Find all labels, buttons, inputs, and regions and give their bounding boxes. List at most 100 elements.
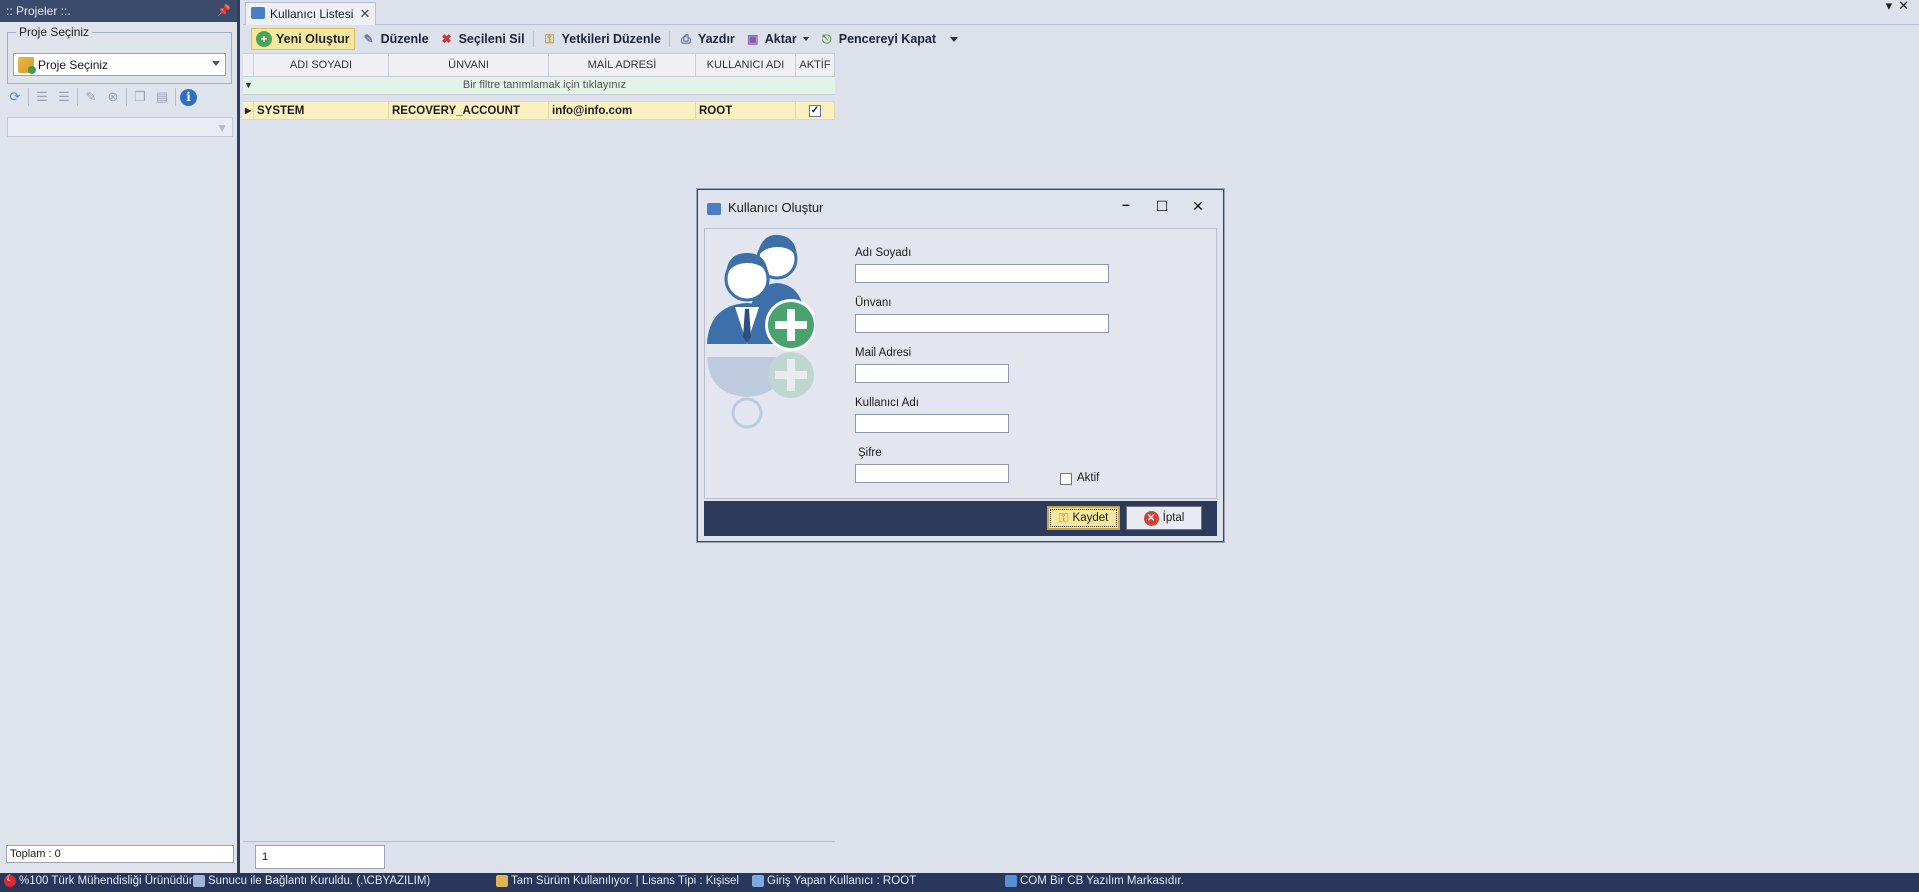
project-select-dropdown[interactable]: Proje Seçiniz — [13, 53, 226, 76]
collapse-all-icon[interactable]: ☰ — [55, 88, 73, 106]
project-select-value: Proje Seçiniz — [38, 57, 109, 72]
table-row[interactable]: ▶ SYSTEM RECOVERY_ACCOUNT info@info.com … — [243, 101, 835, 120]
grid-header-indicator — [243, 54, 254, 76]
create-user-dialog: Kullanıcı Oluştur – ☐ ✕ Adı Soyadı Ünvan… — [697, 189, 1224, 542]
row-indicator-icon: ▶ — [243, 102, 254, 119]
projects-total: Toplam : 0 — [6, 845, 234, 863]
close-icon[interactable]: ✕ — [1189, 198, 1207, 215]
active-checkbox[interactable] — [1060, 473, 1072, 485]
toolbar-divider — [126, 88, 127, 106]
cell-email[interactable]: info@info.com — [549, 102, 696, 119]
project-select-group-label: Proje Seçiniz — [16, 25, 93, 39]
users-icon — [251, 7, 265, 19]
chevron-down-icon[interactable]: ▾ — [1886, 0, 1899, 13]
window-controls: ▾✕ — [1886, 0, 1915, 14]
toolbar-more-icon[interactable] — [950, 36, 959, 42]
record-count-field[interactable]: 1 — [255, 845, 385, 869]
delete-project-icon[interactable]: ⊗ — [104, 88, 122, 106]
column-header-email[interactable]: MAİL ADRESİ — [549, 54, 696, 76]
chevron-down-icon — [212, 61, 220, 66]
tab-user-list-label: Kullanıcı Listesi — [270, 7, 354, 21]
password-label: Şifre — [858, 447, 882, 459]
user-icon — [752, 875, 764, 887]
close-icon[interactable]: ✕ — [359, 3, 370, 25]
minimize-icon[interactable]: – — [1117, 196, 1135, 212]
new-button-label: Yeni Oluştur — [276, 32, 350, 46]
cancel-button[interactable]: ✕ İptal — [1126, 506, 1202, 530]
database-icon — [193, 875, 205, 887]
toolbar-divider — [28, 88, 29, 106]
projects-panel: :: Projeler ::. 📌 Proje Seçiniz Proje Se… — [0, 0, 240, 873]
cell-title[interactable]: RECOVERY_ACCOUNT — [389, 102, 549, 119]
new-button[interactable]: + Yeni Oluştur — [251, 28, 355, 50]
edit-permissions-button[interactable]: ⚿ Yetkileri Düzenle — [538, 28, 665, 50]
turkish-flag-icon — [4, 873, 16, 887]
print-button[interactable]: ⎙ Yazdır — [674, 28, 739, 50]
projects-panel-title-text: :: Projeler ::. — [6, 4, 71, 18]
save-button[interactable]: ⚿ Kaydet — [1047, 506, 1120, 530]
project-icon — [18, 56, 36, 74]
funnel-icon[interactable]: ▼ — [216, 121, 228, 135]
grid-header: ADI SOYADI ÜNVANI MAİL ADRESİ KULLANICI … — [243, 53, 835, 77]
status-connection: Sunucu ile Bağlantı Kuruldu. (.\CBYAZILI… — [193, 875, 430, 887]
close-window-icon: ⎋ — [822, 31, 832, 46]
password-field[interactable] — [855, 464, 1009, 483]
dialog-title: Kullanıcı Oluştur — [728, 200, 824, 215]
projects-toolbar: ⟳ ☰ ☰ ✎ ⊗ ❐ ▤ i — [6, 88, 197, 106]
users-grid: ADI SOYADI ÜNVANI MAİL ADRESİ KULLANICI … — [243, 53, 835, 120]
brand-icon — [1005, 875, 1017, 887]
delete-selected-label: Seçileni Sil — [458, 32, 525, 46]
close-icon[interactable]: ✕ — [1898, 0, 1915, 13]
close-window-button[interactable]: ⎋ Pencereyi Kapat — [815, 28, 940, 50]
export-icon: ▣ — [747, 32, 759, 46]
save-button-label: Kaydet — [1072, 512, 1109, 524]
active-checkbox[interactable]: ✓ — [809, 104, 821, 117]
edit-button-label: Düzenle — [380, 32, 429, 46]
projects-filter-input[interactable]: ▼ — [7, 117, 233, 137]
tab-user-list[interactable]: Kullanıcı Listesi ✕ — [245, 2, 377, 25]
column-header-name[interactable]: ADI SOYADI — [254, 54, 389, 76]
edit-permissions-label: Yetkileri Düzenle — [561, 32, 661, 46]
active-label: Aktif — [1077, 472, 1100, 484]
paste-icon[interactable]: ▤ — [153, 88, 171, 106]
add-user-illustration-icon — [707, 234, 815, 429]
cell-username[interactable]: ROOT — [696, 102, 796, 119]
main-toolbar: + Yeni Oluştur ✎ Düzenle ✖ Seçileni Sil … — [251, 28, 959, 50]
edit-button[interactable]: ✎ Düzenle — [357, 28, 433, 50]
email-label: Mail Adresi — [855, 347, 912, 359]
status-license: Tam Sürüm Kullanılıyor. | Lisans Tipi : … — [496, 875, 739, 887]
export-button[interactable]: ▣ Aktar — [741, 28, 813, 50]
cell-active[interactable]: ✓ — [796, 102, 835, 119]
dialog-body: Adı Soyadı Ünvanı Mail Adresi Kullanıcı … — [704, 228, 1217, 499]
username-field[interactable] — [855, 414, 1009, 433]
printer-icon: ⎙ — [681, 31, 691, 46]
auto-filter-row[interactable]: ▼ Bir filtre tanımlamak için tıklayınız — [243, 77, 835, 95]
column-header-active[interactable]: AKTİF — [796, 54, 835, 76]
email-field[interactable] — [855, 364, 1009, 383]
status-license-text: Tam Sürüm Kullanılıyor. | Lisans Tipi : … — [511, 875, 739, 887]
column-header-username[interactable]: KULLANICI ADI — [696, 54, 796, 76]
cell-name[interactable]: SYSTEM — [254, 102, 389, 119]
close-window-label: Pencereyi Kapat — [838, 32, 937, 46]
refresh-icon[interactable]: ⟳ — [6, 88, 24, 106]
edit-project-icon[interactable]: ✎ — [82, 88, 100, 106]
name-field[interactable] — [855, 264, 1109, 283]
info-icon[interactable]: i — [180, 88, 197, 106]
expand-all-icon[interactable]: ☰ — [33, 88, 51, 106]
print-label: Yazdır — [697, 32, 735, 46]
toolbar-divider — [532, 31, 534, 47]
delete-selected-button[interactable]: ✖ Seçileni Sil — [435, 28, 529, 50]
status-brand-text: COM Bir CB Yazılım Markasıdır. — [1020, 875, 1184, 887]
maximize-icon[interactable]: ☐ — [1153, 198, 1171, 215]
dialog-titlebar[interactable]: Kullanıcı Oluştur – ☐ ✕ — [698, 190, 1223, 224]
copy-icon[interactable]: ❐ — [131, 88, 149, 106]
status-made-in: %100 Türk Mühendisliği Ürünüdür. | — [4, 873, 201, 887]
pin-icon[interactable]: 📌 — [217, 0, 231, 22]
status-bar: %100 Türk Mühendisliği Ürünüdür. | Sunuc… — [0, 873, 1919, 892]
title-field[interactable] — [855, 314, 1109, 333]
grid-divider — [243, 841, 835, 842]
status-brand: COM Bir CB Yazılım Markasıdır. — [1005, 875, 1184, 887]
edit-icon: ✎ — [363, 32, 374, 46]
column-header-title[interactable]: ÜNVANI — [389, 54, 549, 76]
filter-prompt: Bir filtre tanımlamak için tıklayınız — [462, 79, 627, 91]
